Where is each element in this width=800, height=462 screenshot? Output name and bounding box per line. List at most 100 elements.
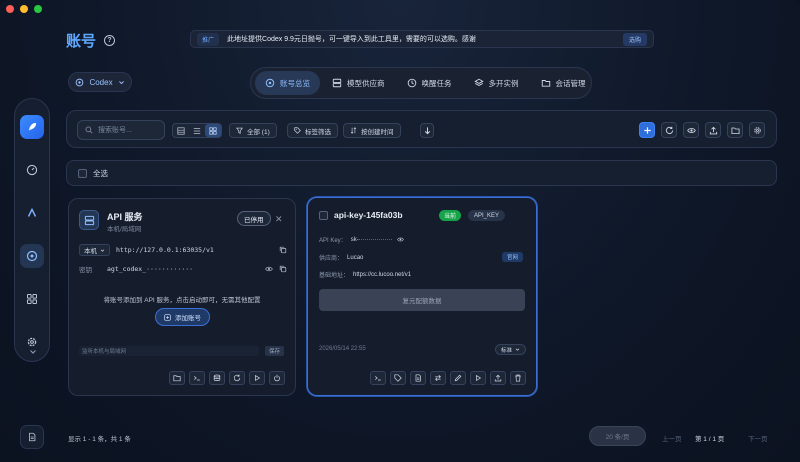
tab-model-providers[interactable]: 模型供应商 (322, 71, 395, 95)
pagination-summary: 显示 1 - 1 条，共 1 条 (68, 436, 131, 443)
sidebar-item-dashboard[interactable] (20, 158, 44, 182)
start-button[interactable] (249, 371, 265, 385)
copy-icon[interactable] (279, 265, 287, 273)
terminal-button[interactable] (370, 371, 386, 385)
page-size-select[interactable]: 20 条/页 (589, 426, 646, 446)
api-url: http://127.0.0.1:63035/v1 (116, 246, 214, 254)
export-button[interactable] (705, 122, 721, 138)
mode-select[interactable]: 标准 (495, 344, 527, 355)
refresh-button[interactable] (661, 122, 677, 138)
play-icon (255, 374, 261, 382)
view-list-button[interactable] (189, 124, 205, 137)
document-icon (415, 374, 421, 382)
openai-icon (76, 78, 84, 86)
eye-icon[interactable] (396, 236, 404, 243)
account-title: api-key-145fa03b (334, 210, 403, 220)
scope-select[interactable]: 本机 (79, 244, 110, 256)
tab-multi-instances[interactable]: 多开实例 (464, 71, 529, 95)
database-icon (213, 374, 221, 381)
tab-accounts-overview[interactable]: 账号总览 (255, 71, 320, 95)
chevron-down-icon (515, 348, 520, 351)
restart-button[interactable] (229, 371, 245, 385)
server-icon (332, 78, 342, 88)
open-folder-button[interactable] (727, 122, 743, 138)
service-status-button[interactable]: 已停用 (237, 211, 271, 226)
switch-button[interactable] (430, 371, 446, 385)
openai-icon (26, 250, 38, 262)
app-window: 账号 ? 推广 此地址提供Codex 9.9元日抛号，可一键导入到此工具里，需要… (0, 0, 800, 462)
prev-page-button[interactable]: 上一页 (662, 433, 682, 443)
chevron-down-icon (118, 80, 124, 84)
next-page-button[interactable]: 下一页 (748, 433, 768, 443)
copy-icon[interactable] (279, 246, 287, 254)
sidebar-item-codex[interactable] (20, 244, 44, 268)
api-service-subtitle: 本机/局域网 (107, 226, 142, 233)
maximize-window-button[interactable] (34, 5, 42, 13)
details-button[interactable] (410, 371, 426, 385)
start-button[interactable] (470, 371, 486, 385)
settings-button[interactable] (749, 122, 765, 138)
app-logo[interactable] (20, 115, 44, 139)
add-box-icon (164, 313, 171, 321)
view-table-button[interactable] (173, 124, 189, 137)
open-folder-button[interactable] (169, 371, 185, 385)
account-checkbox[interactable] (319, 211, 328, 220)
official-site-button[interactable]: 官网 (502, 252, 524, 262)
help-icon[interactable]: ? (104, 35, 116, 46)
minimize-window-button[interactable] (20, 5, 28, 13)
folder-icon (173, 375, 181, 382)
tag-button[interactable] (390, 371, 406, 385)
toggle-visibility-button[interactable] (683, 122, 699, 138)
account-card[interactable]: api-key-145fa03b 当前 API_KEY API Key： sk-… (307, 197, 537, 396)
listen-note-input[interactable]: 监听本机与局域网 (79, 346, 259, 356)
clock-icon (407, 78, 416, 88)
platform-selector[interactable]: Codex (68, 72, 132, 92)
close-window-button[interactable] (6, 5, 14, 13)
docs-button[interactable] (20, 425, 44, 449)
tab-session-management[interactable]: 会话管理 (531, 71, 596, 95)
rocket-icon (28, 122, 37, 131)
tag-filter-button[interactable]: 标签筛选 (287, 123, 338, 138)
server-icon (79, 210, 99, 230)
pencil-icon (454, 374, 462, 382)
search-input[interactable]: 搜索账号... (77, 120, 165, 140)
sidebar-item-antigravity[interactable] (20, 201, 44, 225)
play-icon (476, 374, 482, 382)
promo-banner: 推广 此地址提供Codex 9.9元日抛号，可一键导入到此工具里，需要的可以选购… (190, 30, 654, 48)
sort-direction-button[interactable] (420, 123, 434, 138)
view-grid-button[interactable] (205, 124, 221, 137)
add-account-to-api-button[interactable]: 添加账号 (155, 308, 210, 326)
sort-select[interactable]: 按创建时间 (343, 123, 401, 138)
terminal-button[interactable] (189, 371, 205, 385)
sidebar (14, 98, 50, 362)
refresh-icon (233, 374, 241, 382)
sidebar-item-apps[interactable] (20, 287, 44, 311)
provider-field: 供应商： Lucao (319, 254, 364, 263)
window-controls (6, 5, 42, 13)
delete-button[interactable] (510, 371, 526, 385)
select-all-checkbox[interactable] (78, 168, 87, 178)
swap-icon (435, 374, 441, 382)
save-button[interactable]: 保存 (265, 346, 285, 356)
edit-button[interactable] (450, 371, 466, 385)
tab-wakeup-tasks[interactable]: 唤醒任务 (397, 71, 462, 95)
banner-buy-button[interactable]: 选购 (622, 32, 647, 46)
export-button[interactable] (490, 371, 506, 385)
page-indicator: 第 1 / 1 页 (695, 436, 725, 443)
arrow-down-icon (424, 127, 430, 135)
power-button[interactable] (269, 371, 285, 385)
database-button[interactable] (209, 371, 225, 385)
filter-all-button[interactable]: 全部 (1) (229, 123, 277, 138)
banner-text: 此地址提供Codex 9.9元日抛号，可一键导入到此工具里，需要的可以选购。感谢 (227, 36, 476, 43)
close-icon[interactable]: ✕ (275, 214, 283, 225)
sort-icon (350, 127, 357, 134)
api-service-card: API 服务 本机/局域网 已停用 ✕ 本机 http://127.0.0.1:… (68, 198, 296, 396)
add-account-button[interactable] (639, 122, 655, 138)
api-service-title: API 服务 (107, 212, 143, 222)
type-badge: API_KEY (468, 210, 506, 221)
select-all-bar[interactable]: 全选 (66, 160, 777, 186)
base-url-field: 基础地址： https://cc.lucoo.net/v1 (319, 271, 412, 280)
restore-quota-button[interactable]: 复元配额数据 (319, 289, 525, 311)
chevron-down-icon[interactable] (28, 347, 38, 357)
eye-icon[interactable] (265, 265, 273, 273)
